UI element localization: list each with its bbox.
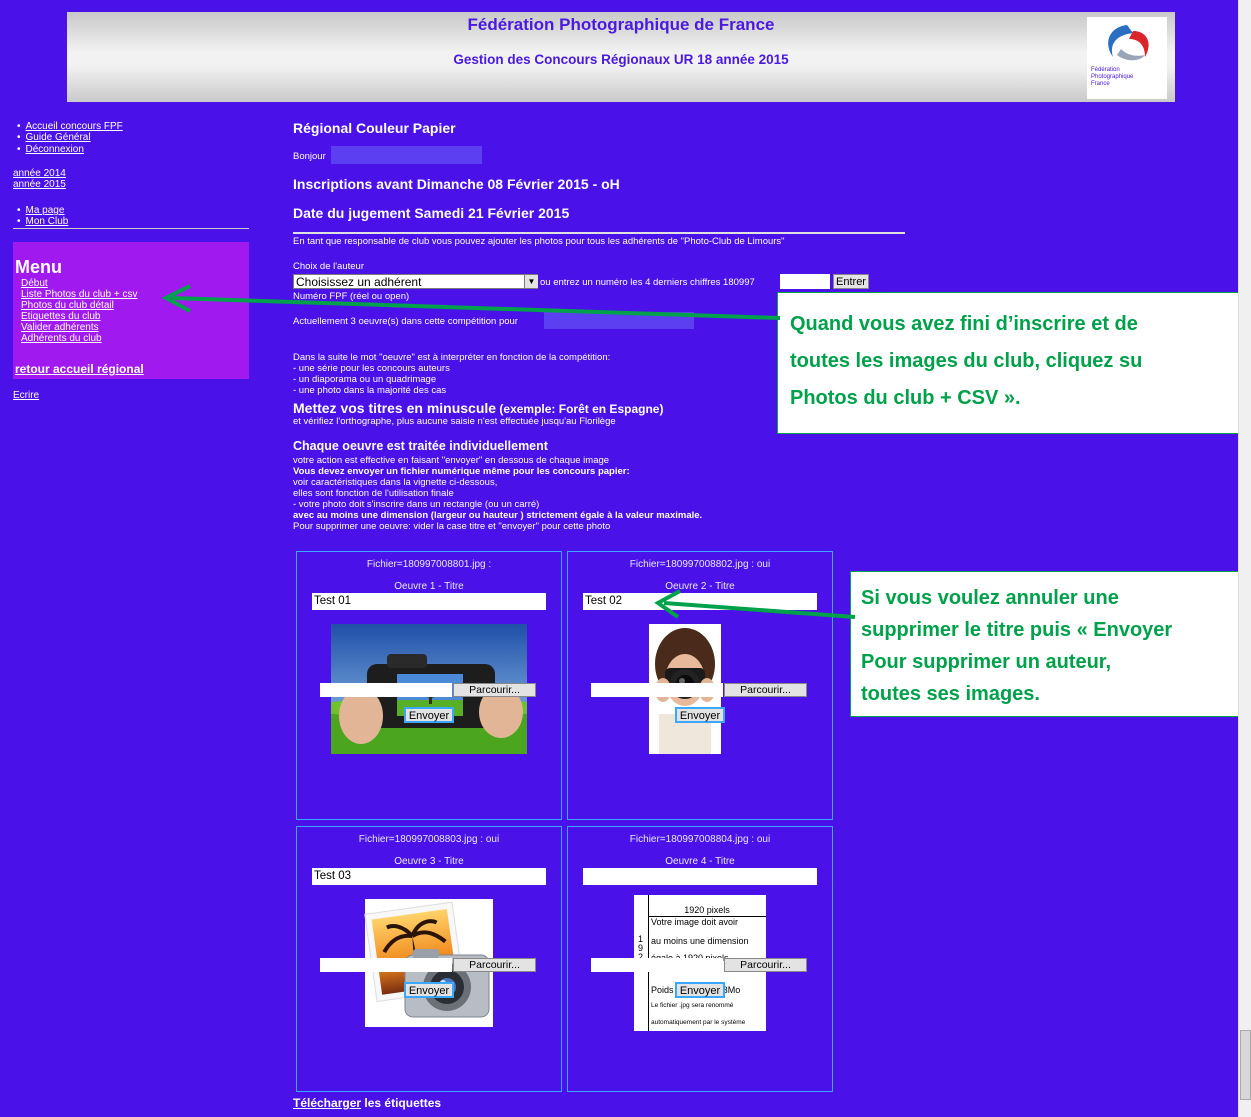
arrow-to-menu-csv <box>171 296 781 320</box>
arrow-to-title-input <box>663 601 856 619</box>
scrollbar[interactable] <box>1238 0 1251 1117</box>
annotation-arrows <box>161 284 856 619</box>
scrollbar-thumb[interactable] <box>1240 1030 1251 1100</box>
